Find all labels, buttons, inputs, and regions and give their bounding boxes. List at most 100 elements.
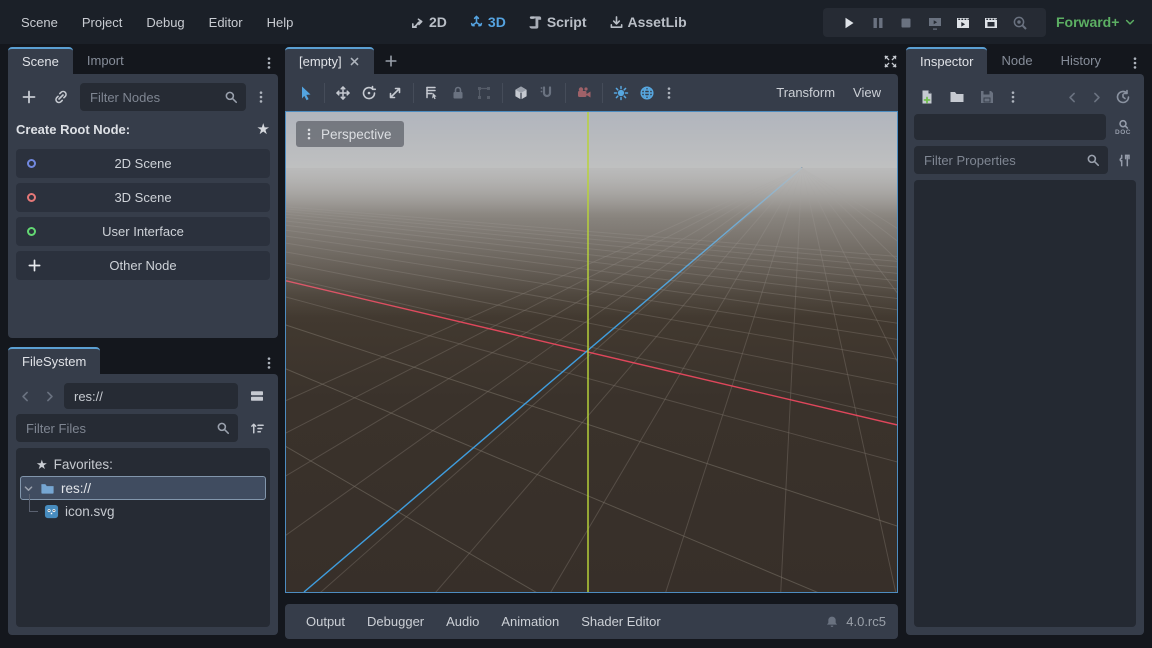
magnet-icon <box>539 85 555 101</box>
toggle-split-mode-button[interactable] <box>244 383 270 409</box>
sun-settings-button[interactable] <box>608 80 634 106</box>
bottom-tab-debugger[interactable]: Debugger <box>358 610 433 633</box>
scene-dock-menu-button[interactable] <box>260 52 278 74</box>
file-sort-button[interactable] <box>244 415 270 441</box>
main-menu-bar: Scene Project Debug Editor Help 2D 3D Sc… <box>0 0 1152 44</box>
create-2d-scene-button[interactable]: 2D Scene <box>16 149 270 178</box>
play-icon <box>841 15 857 31</box>
group-selected-button[interactable] <box>471 80 497 106</box>
file-row-icon-svg[interactable]: icon.svg <box>20 500 266 523</box>
transform-menu[interactable]: Transform <box>767 81 844 104</box>
lock-selected-button[interactable] <box>445 80 471 106</box>
distraction-free-button[interactable] <box>883 54 898 69</box>
three-dots-icon <box>1006 90 1020 104</box>
resource-name-field[interactable] <box>914 114 1106 140</box>
close-icon <box>349 56 360 67</box>
filter-properties-input[interactable] <box>914 146 1108 174</box>
new-scene-tab-button[interactable] <box>384 54 398 68</box>
menu-debug[interactable]: Debug <box>135 11 195 34</box>
tab-filesystem[interactable]: FileSystem <box>8 347 100 374</box>
bottom-tab-animation[interactable]: Animation <box>492 610 568 633</box>
bottom-tab-shader-editor[interactable]: Shader Editor <box>572 610 670 633</box>
save-resource-button[interactable] <box>974 84 1000 110</box>
menu-project[interactable]: Project <box>71 11 133 34</box>
snap-mode-button[interactable] <box>534 80 560 106</box>
new-resource-button[interactable] <box>914 84 940 110</box>
view-menu[interactable]: View <box>844 81 890 104</box>
floppy-save-icon <box>979 89 995 105</box>
tab-history[interactable]: History <box>1047 47 1115 74</box>
filter-files-input[interactable] <box>16 414 238 442</box>
folder-open-icon <box>949 89 965 105</box>
tab-import[interactable]: Import <box>73 47 138 74</box>
create-ui-scene-button[interactable]: User Interface <box>16 217 270 246</box>
play-button[interactable] <box>841 15 857 31</box>
resource-extra-menu-button[interactable] <box>1004 86 1022 108</box>
rotate-mode-button[interactable] <box>356 80 382 106</box>
move-mode-button[interactable] <box>330 80 356 106</box>
workspace-script-button[interactable]: Script <box>528 14 587 30</box>
create-3d-scene-button[interactable]: 3D Scene <box>16 183 270 212</box>
use-local-space-button[interactable] <box>508 80 534 106</box>
edit-forward-button[interactable] <box>1086 84 1106 110</box>
tree-guide-line <box>20 500 38 523</box>
list-select-button[interactable] <box>419 80 445 106</box>
workspace-3d-button[interactable]: 3D <box>469 14 506 30</box>
workspace-assetlib-button[interactable]: AssetLib <box>609 14 687 30</box>
menu-editor[interactable]: Editor <box>198 11 254 34</box>
select-mode-button[interactable] <box>293 80 319 106</box>
filesystem-dock-tabbar: FileSystem <box>8 347 278 374</box>
pause-button[interactable] <box>870 15 886 31</box>
movie-maker-button[interactable] <box>1012 15 1028 31</box>
tree-collapse-chevron-icon[interactable] <box>23 483 34 494</box>
tab-node[interactable]: Node <box>987 47 1046 74</box>
bottom-tab-audio[interactable]: Audio <box>437 610 488 633</box>
workspace-2d-button[interactable]: 2D <box>410 14 447 30</box>
tab-inspector[interactable]: Inspector <box>906 47 987 74</box>
godot-svg-file-icon <box>44 504 59 519</box>
cursor-icon <box>298 85 314 101</box>
stop-button[interactable] <box>898 15 914 31</box>
edit-back-button[interactable] <box>1062 84 1082 110</box>
tab-scene[interactable]: Scene <box>8 47 73 74</box>
scene-dock-tabbar: Scene Import <box>8 47 278 74</box>
folder-row-res[interactable]: res:// <box>20 476 266 500</box>
filesystem-dock-menu-button[interactable] <box>260 352 278 374</box>
play-remote-button[interactable] <box>927 15 943 31</box>
star-icon: ★ <box>36 457 48 473</box>
inspector-dock-menu-button[interactable] <box>1126 52 1144 74</box>
current-path-field[interactable] <box>64 383 238 409</box>
history-back-button[interactable] <box>16 383 34 409</box>
scale-mode-button[interactable] <box>382 80 408 106</box>
viewport-3d-svg <box>286 112 897 592</box>
version-label[interactable]: 4.0.rc5 <box>846 614 886 629</box>
load-resource-button[interactable] <box>944 84 970 110</box>
instance-scene-button[interactable] <box>48 84 74 110</box>
notification-bell-icon[interactable] <box>825 615 839 629</box>
menu-scene[interactable]: Scene <box>10 11 69 34</box>
menu-help[interactable]: Help <box>256 11 305 34</box>
scene-tab-empty[interactable]: [empty] <box>285 47 374 74</box>
inspector-dock-tabbar: Inspector Node History <box>906 47 1144 74</box>
scene-tree-menu-button[interactable] <box>252 86 270 108</box>
manage-properties-button[interactable] <box>1112 147 1136 173</box>
create-other-node-button[interactable]: Other Node <box>16 251 270 280</box>
filter-nodes-input[interactable] <box>80 83 246 111</box>
add-node-button[interactable] <box>16 84 42 110</box>
favorites-star-icon[interactable]: ★ <box>257 120 270 138</box>
viewport-3d[interactable]: Perspective <box>285 111 898 593</box>
play-custom-scene-button[interactable] <box>983 15 999 31</box>
history-forward-button[interactable] <box>40 383 58 409</box>
preview-camera-button[interactable] <box>571 80 597 106</box>
close-tab-button[interactable] <box>349 56 360 67</box>
favorites-section[interactable]: ★ Favorites: <box>20 453 266 476</box>
sun-env-menu-button[interactable] <box>660 82 678 104</box>
play-scene-button[interactable] <box>955 15 971 31</box>
environment-settings-button[interactable] <box>634 80 660 106</box>
open-docs-button[interactable]: DOC <box>1110 119 1136 136</box>
renderer-dropdown[interactable]: Forward+ <box>1056 0 1136 44</box>
scene-dock-panel: Create Root Node: ★ 2D Scene 3D Scene Us… <box>8 74 278 338</box>
edit-history-button[interactable] <box>1110 84 1136 110</box>
bottom-tab-output[interactable]: Output <box>297 610 354 633</box>
perspective-menu[interactable]: Perspective <box>296 121 404 147</box>
